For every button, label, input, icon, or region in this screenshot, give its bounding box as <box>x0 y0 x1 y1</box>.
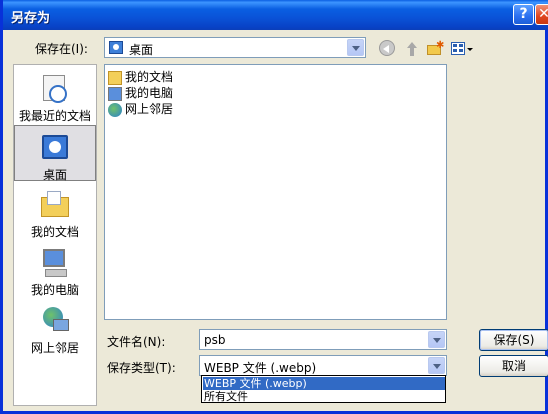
place-label: 网上邻居 <box>30 341 79 355</box>
filetype-option[interactable]: 所有文件 <box>203 390 445 403</box>
up-folder-icon[interactable] <box>403 40 421 58</box>
filetype-option[interactable]: WEBP 文件 (.webp) <box>203 377 445 390</box>
place-desktop[interactable]: 桌面 <box>14 125 96 182</box>
filetype-value: WEBP 文件 (.webp) <box>204 361 317 375</box>
help-button[interactable]: ? <box>513 4 534 25</box>
place-label: 我最近的文档 <box>18 109 91 123</box>
desktop-icon <box>39 132 71 164</box>
desktop-small-icon <box>109 41 123 54</box>
view-menu-icon[interactable] <box>450 40 474 58</box>
place-label: 我的电脑 <box>30 283 79 297</box>
cancel-button[interactable]: 取消 <box>479 355 548 377</box>
place-my-computer[interactable]: 我的电脑 <box>14 241 96 297</box>
filename-input[interactable]: psb <box>199 329 447 350</box>
my-computer-icon <box>39 247 71 279</box>
list-item[interactable]: 我的文档 <box>108 68 173 85</box>
list-item[interactable]: 我的电脑 <box>108 84 173 101</box>
place-label: 我的文档 <box>30 225 79 239</box>
save-as-dialog: 另存为 ? ✕ 保存在(I): 桌面 ✱ 我最近的文档 桌面 我的文档 我的电脑… <box>0 0 548 414</box>
file-list[interactable]: 我的文档 我的电脑 网上邻居 <box>104 64 447 320</box>
network-icon <box>108 102 122 117</box>
filetype-select[interactable]: WEBP 文件 (.webp) <box>199 355 447 376</box>
filetype-dropdown-list: WEBP 文件 (.webp) 所有文件 <box>201 375 446 403</box>
back-icon[interactable] <box>379 40 397 58</box>
new-folder-icon[interactable]: ✱ <box>426 40 444 58</box>
place-my-documents[interactable]: 我的文档 <box>14 183 96 239</box>
computer-icon <box>108 86 122 101</box>
chevron-down-icon[interactable] <box>347 39 364 56</box>
chevron-down-icon[interactable] <box>428 357 445 374</box>
filetype-label: 保存类型(T): <box>107 361 176 375</box>
save-button[interactable]: 保存(S) <box>479 329 548 351</box>
title-bar[interactable]: 另存为 ? ✕ <box>3 0 548 30</box>
save-in-combo[interactable]: 桌面 <box>104 37 366 58</box>
window-title: 另存为 <box>11 11 51 26</box>
my-documents-icon <box>39 189 71 221</box>
places-bar: 我最近的文档 桌面 我的文档 我的电脑 网上邻居 <box>13 64 97 406</box>
chevron-down-icon[interactable] <box>428 331 445 348</box>
list-item[interactable]: 网上邻居 <box>108 100 173 117</box>
place-label: 桌面 <box>42 168 67 182</box>
network-places-icon <box>39 305 71 337</box>
folder-icon <box>108 70 122 85</box>
close-button[interactable]: ✕ <box>535 4 548 25</box>
save-in-label: 保存在(I): <box>35 42 88 56</box>
place-network[interactable]: 网上邻居 <box>14 299 96 355</box>
save-in-value: 桌面 <box>129 43 154 57</box>
filename-label: 文件名(N): <box>107 335 166 349</box>
recent-documents-icon <box>39 73 71 105</box>
filename-value: psb <box>204 333 226 347</box>
place-recent-documents[interactable]: 我最近的文档 <box>14 67 96 123</box>
